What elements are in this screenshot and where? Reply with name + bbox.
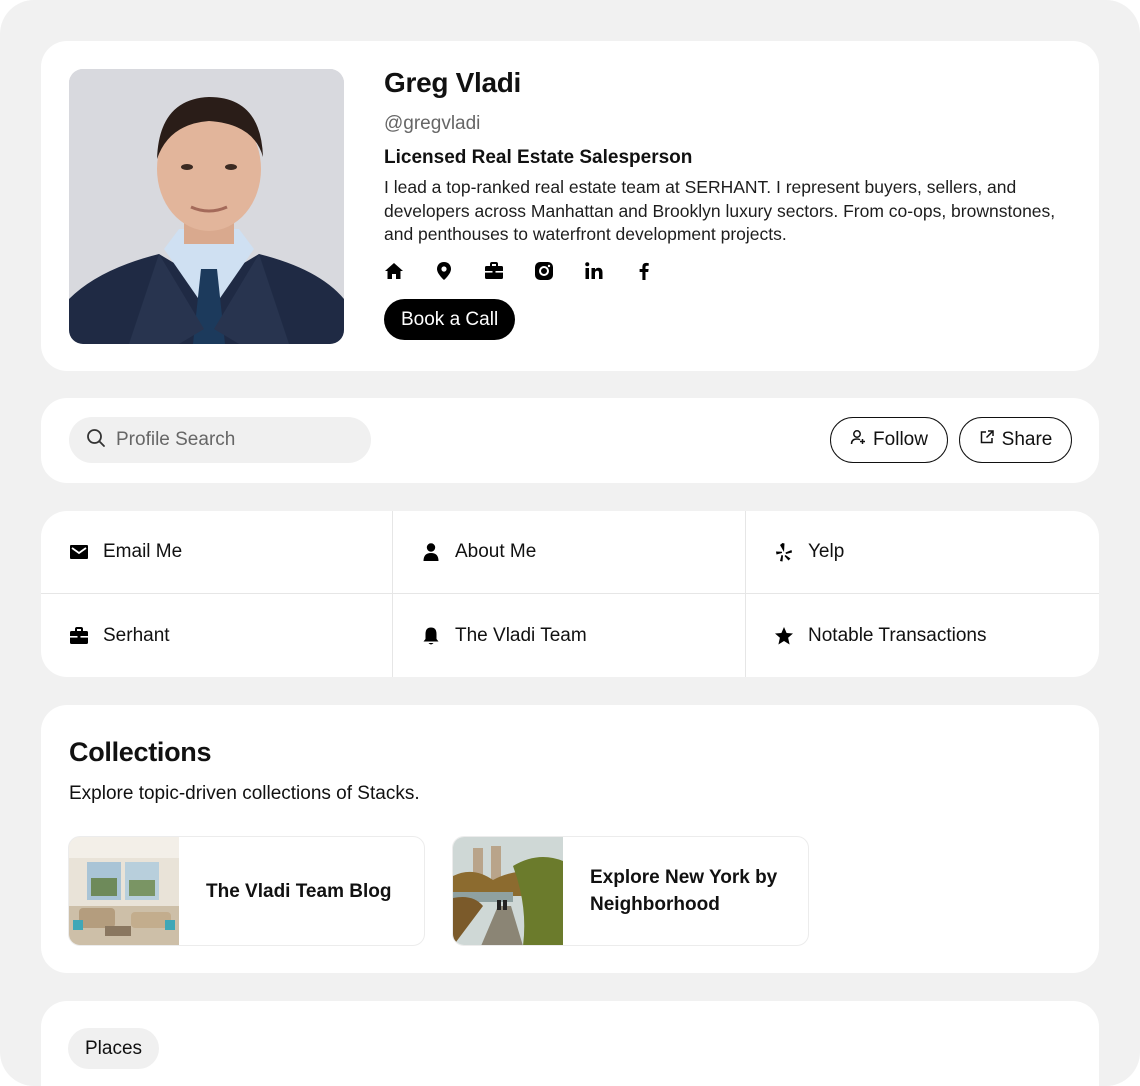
external-link-icon [979, 429, 995, 451]
search-action-bar: Profile Search Follow Share [41, 398, 1099, 483]
profile-info: Greg Vladi @gregvladi Licensed Real Esta… [384, 67, 1074, 340]
collections-title: Collections [69, 737, 212, 767]
briefcase-icon [69, 626, 89, 646]
profile-name: Greg Vladi [384, 67, 522, 98]
collection-tile[interactable]: Explore New York by Neighborhood [452, 836, 809, 946]
profile-handle: @gregvladi [384, 113, 481, 134]
search-icon [86, 428, 106, 453]
yelp-icon [774, 542, 794, 562]
link-label: Email Me [103, 541, 183, 562]
profile-role: Licensed Real Estate Salesperson [384, 147, 693, 168]
collection-thumbnail [453, 837, 563, 945]
link-yelp[interactable]: Yelp [746, 511, 1099, 594]
page-frame: Greg Vladi @gregvladi Licensed Real Esta… [0, 0, 1140, 1086]
star-icon [774, 626, 794, 646]
linkedin-icon[interactable] [584, 261, 604, 281]
links-grid: Email Me About Me Yelp Serhant The Vladi… [41, 511, 1099, 677]
link-serhant[interactable]: Serhant [41, 594, 393, 677]
instagram-icon[interactable] [534, 261, 554, 281]
share-button[interactable]: Share [959, 417, 1072, 463]
envelope-icon [69, 542, 89, 562]
bell-icon [421, 626, 441, 646]
profile-bio: I lead a top-ranked real estate team at … [384, 177, 1056, 244]
add-user-icon [850, 429, 866, 451]
social-links [384, 259, 1074, 283]
collection-label: Explore New York by Neighborhood [590, 867, 778, 915]
places-card: Places [41, 1001, 1099, 1086]
briefcase-icon[interactable] [484, 261, 504, 281]
share-label: Share [1001, 429, 1053, 450]
follow-button[interactable]: Follow [830, 417, 948, 463]
link-label: Serhant [103, 624, 170, 646]
link-label: The Vladi Team [455, 624, 587, 646]
collection-tile[interactable]: The Vladi Team Blog [68, 836, 425, 946]
link-email-me[interactable]: Email Me [41, 511, 393, 594]
profile-card: Greg Vladi @gregvladi Licensed Real Esta… [41, 41, 1099, 371]
profile-search-input[interactable]: Profile Search [69, 417, 371, 463]
person-icon [421, 542, 441, 562]
link-about-me[interactable]: About Me [393, 511, 746, 594]
follow-label: Follow [873, 429, 928, 450]
link-label: Yelp [808, 541, 845, 562]
collections-card: Collections Explore topic-driven collect… [41, 705, 1099, 973]
link-notable-transactions[interactable]: Notable Transactions [746, 594, 1099, 677]
link-label: Notable Transactions [808, 624, 987, 646]
link-label: About Me [455, 541, 537, 562]
location-pin-icon[interactable] [434, 261, 454, 281]
search-placeholder: Profile Search [116, 429, 236, 450]
book-call-button[interactable]: Book a Call [384, 298, 516, 340]
collection-thumbnail [69, 837, 179, 945]
collections-subtitle: Explore topic-driven collections of Stac… [69, 783, 420, 804]
profile-photo [69, 69, 344, 344]
home-icon[interactable] [384, 261, 404, 281]
places-chip[interactable]: Places [68, 1028, 160, 1069]
facebook-icon[interactable] [634, 261, 654, 281]
collection-label: The Vladi Team Blog [206, 880, 392, 902]
link-the-vladi-team[interactable]: The Vladi Team [393, 594, 746, 677]
